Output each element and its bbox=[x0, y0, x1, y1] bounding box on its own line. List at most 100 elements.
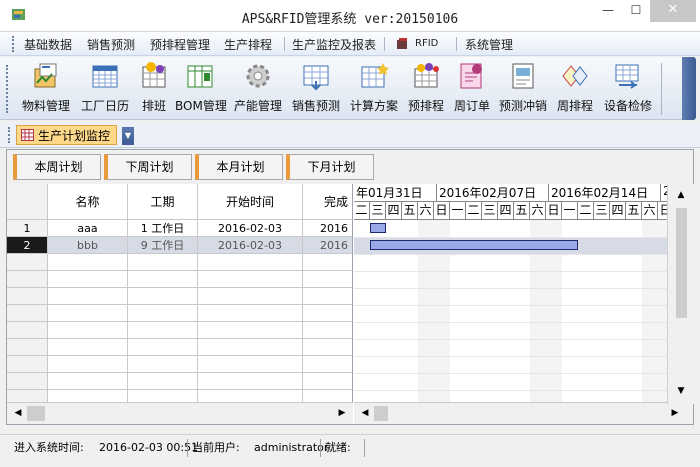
tab-production-plan-monitor[interactable]: 生产计划监控 bbox=[16, 125, 118, 145]
cell-name[interactable]: bbb bbox=[48, 237, 128, 254]
gantt-day-header: 三 bbox=[370, 202, 386, 220]
cell-finish[interactable]: 2016 bbox=[303, 237, 352, 254]
empty-cell bbox=[303, 339, 352, 356]
column-header-finish[interactable]: 完成 bbox=[303, 184, 352, 220]
tool-shift[interactable]: 排班 bbox=[137, 61, 171, 117]
empty-cell bbox=[48, 271, 128, 288]
tool-pre-schedule[interactable]: 预排程 bbox=[406, 61, 446, 117]
tool-material-management[interactable]: 物料管理 bbox=[20, 61, 72, 117]
empty-cell bbox=[128, 356, 198, 373]
empty-cell bbox=[7, 254, 48, 271]
scroll-left-arrow-icon[interactable]: ◀ bbox=[11, 406, 25, 421]
column-header-duration[interactable]: 工期 bbox=[128, 184, 198, 220]
tool-label: 设备检修 bbox=[603, 99, 652, 113]
tool-label: 周订单 bbox=[453, 99, 490, 113]
gantt-day-header: 日 bbox=[546, 202, 562, 220]
tool-factory-calendar[interactable]: 工厂日历 bbox=[78, 61, 132, 117]
empty-cell bbox=[303, 356, 352, 373]
tab-grip[interactable] bbox=[8, 127, 11, 143]
scroll-thumb[interactable] bbox=[27, 406, 45, 421]
scroll-thumb[interactable] bbox=[374, 406, 388, 421]
menu-item-system-management[interactable]: 系统管理 bbox=[465, 36, 513, 53]
tool-equipment-maintenance[interactable]: 设备检修 bbox=[601, 61, 655, 117]
empty-cell bbox=[128, 271, 198, 288]
next-week-plan-button[interactable]: 下周计划 bbox=[104, 154, 192, 180]
table-row-selected[interactable]: 2 bbb 9 工作日 2016-02-03 2016 bbox=[7, 237, 352, 254]
weekly-order-icon bbox=[460, 63, 482, 89]
tool-weekly-schedule[interactable]: 周排程 bbox=[554, 61, 596, 117]
cell-duration[interactable]: 1 工作日 bbox=[128, 220, 198, 237]
gantt-day-header: 一 bbox=[562, 202, 578, 220]
minimize-button[interactable]: — bbox=[594, 0, 622, 22]
toolbar-overflow-button[interactable] bbox=[682, 57, 696, 120]
tool-calc-plan[interactable]: 计算方案 bbox=[348, 61, 400, 117]
gantt-task-bar[interactable] bbox=[370, 240, 578, 250]
status-bar: 进入系统时间: 2016-02-03 00:51 当前用户: administr… bbox=[0, 434, 700, 460]
tool-capacity-management[interactable]: 产能管理 bbox=[231, 61, 285, 117]
tool-sales-forecast[interactable]: 销售预测 bbox=[290, 61, 342, 117]
empty-table-row bbox=[7, 373, 352, 390]
menu-item-sales-forecast[interactable]: 销售预测 bbox=[87, 36, 135, 53]
scroll-right-arrow-icon[interactable]: ▶ bbox=[335, 406, 349, 421]
menu-item-rfid[interactable]: RFID bbox=[415, 38, 438, 49]
empty-table-row bbox=[7, 254, 352, 271]
scroll-down-arrow-icon[interactable]: ▼ bbox=[674, 384, 688, 399]
menu-separator bbox=[384, 37, 385, 51]
menu-item-basic-data[interactable]: 基础数据 bbox=[24, 36, 72, 53]
cell-duration[interactable]: 9 工作日 bbox=[128, 237, 198, 254]
column-header-start[interactable]: 开始时间 bbox=[198, 184, 303, 220]
tool-weekly-order[interactable]: 周订单 bbox=[452, 61, 492, 117]
gantt-row-line bbox=[354, 237, 693, 238]
gantt-vertical-scrollbar[interactable]: ▲ ▼ bbox=[667, 184, 694, 404]
tool-bom-management[interactable]: BOM管理 bbox=[175, 61, 227, 117]
empty-table-row bbox=[7, 356, 352, 373]
menu-item-pre-schedule[interactable]: 预排程管理 bbox=[150, 36, 210, 53]
row-header-corner bbox=[7, 184, 48, 220]
gantt-week-header: 2016年02月07日 bbox=[437, 184, 549, 202]
gantt-horizontal-scrollbar[interactable]: ◀ ▶ bbox=[354, 402, 693, 424]
gantt-task-bar[interactable] bbox=[370, 223, 386, 233]
cell-name[interactable]: aaa bbox=[48, 220, 128, 237]
grid-horizontal-scrollbar[interactable]: ◀ ▶ bbox=[7, 402, 353, 424]
cell-start[interactable]: 2016-02-03 bbox=[198, 237, 303, 254]
tool-forecast-offset[interactable]: 预测冲销 bbox=[497, 61, 549, 117]
cell-start[interactable]: 2016-02-03 bbox=[198, 220, 303, 237]
empty-cell bbox=[7, 271, 48, 288]
gantt-row-line bbox=[354, 339, 693, 340]
this-week-plan-button[interactable]: 本周计划 bbox=[13, 154, 101, 180]
this-month-plan-button[interactable]: 本月计划 bbox=[195, 154, 283, 180]
empty-table-row bbox=[7, 305, 352, 322]
table-row[interactable]: 1 aaa 1 工作日 2016-02-03 2016 bbox=[7, 220, 352, 237]
shift-icon bbox=[142, 62, 166, 88]
close-button[interactable]: ✕ bbox=[650, 0, 696, 22]
gantt-row-line bbox=[354, 254, 693, 255]
menu-separator bbox=[284, 37, 285, 51]
tab-dropdown-button[interactable]: ▼ bbox=[122, 127, 134, 145]
scroll-left-arrow-icon[interactable]: ◀ bbox=[358, 406, 372, 421]
gantt-row-line bbox=[354, 305, 693, 306]
empty-cell bbox=[48, 390, 128, 402]
title-bar: APS&RFID管理系统 ver:20150106 — ☐ ✕ bbox=[0, 0, 700, 32]
next-month-plan-button[interactable]: 下月计划 bbox=[286, 154, 374, 180]
gantt-day-header: 二 bbox=[578, 202, 594, 220]
scroll-right-arrow-icon[interactable]: ▶ bbox=[668, 406, 682, 421]
menu-item-production-schedule[interactable]: 生产排程 bbox=[224, 36, 272, 53]
cell-finish[interactable]: 2016 bbox=[303, 220, 352, 237]
column-header-name[interactable]: 名称 bbox=[48, 184, 128, 220]
toolbar-grip[interactable] bbox=[6, 65, 9, 113]
scroll-up-arrow-icon[interactable]: ▲ bbox=[674, 188, 688, 203]
empty-table-row bbox=[7, 390, 352, 402]
empty-cell bbox=[303, 373, 352, 390]
empty-cell bbox=[303, 390, 352, 402]
login-time-label: 进入系统时间: bbox=[14, 441, 84, 454]
menu-item-monitor-reports[interactable]: 生产监控及报表 bbox=[292, 36, 376, 53]
empty-cell bbox=[128, 390, 198, 402]
menu-grip[interactable] bbox=[12, 36, 15, 52]
capacity-gear-icon bbox=[246, 64, 270, 88]
empty-table-row bbox=[7, 288, 352, 305]
empty-cell bbox=[303, 322, 352, 339]
scroll-thumb[interactable] bbox=[676, 208, 687, 318]
empty-cell bbox=[7, 339, 48, 356]
empty-cell bbox=[48, 288, 128, 305]
maximize-button[interactable]: ☐ bbox=[622, 0, 650, 22]
